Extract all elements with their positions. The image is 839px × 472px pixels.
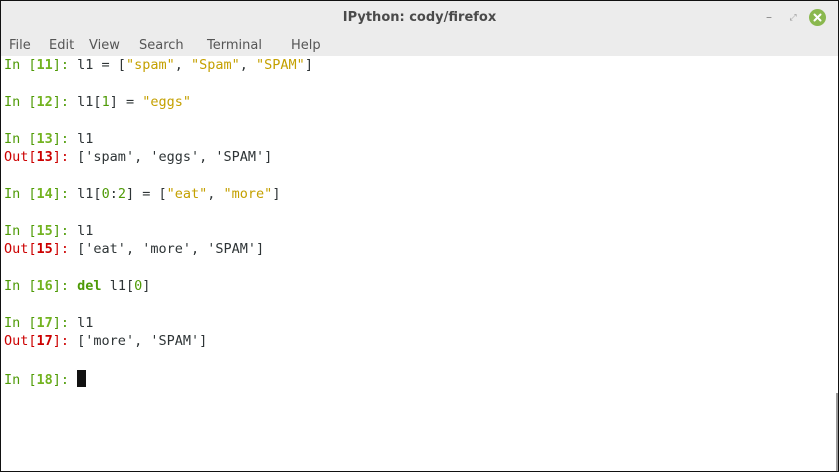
code-token: ['eat', 'more', 'SPAM'] [77,241,265,257]
code-token: "spam" [125,57,175,73]
code-token: l1[ [77,186,102,202]
prompt-number: 11 [36,57,53,73]
prompt-suffix: ]: [52,278,78,294]
code-token: ] [304,57,313,73]
prompt-suffix: ]: [52,315,78,331]
minimize-button[interactable]: – [761,10,777,26]
code-token: 1 [101,94,110,110]
prompt-suffix: ]: [52,223,78,239]
prompt-number: 16 [36,278,53,294]
prompt-prefix: Out[ [4,149,37,165]
code-token: 0 [134,278,143,294]
input-line: In [16]: del l1[0] [4,277,150,295]
menu-help[interactable]: Help [291,35,321,56]
prompt-number: 13 [36,131,53,147]
output-line: Out[17]: ['more', 'SPAM'] [4,332,207,350]
prompt-suffix: ]: [52,94,78,110]
prompt-prefix: In [ [4,186,37,202]
close-button[interactable] [809,9,826,26]
prompt-prefix: Out[ [4,333,37,349]
prompt-suffix: ]: [52,149,78,165]
code-token: "eat" [166,186,208,202]
prompt-prefix: In [ [4,131,37,147]
code-token: "more" [223,186,273,202]
prompt-suffix: ]: [52,333,78,349]
prompt-number: 14 [36,186,53,202]
code-token: ['more', 'SPAM'] [77,333,208,349]
code-token: "Spam" [191,57,240,73]
code-token: l1 [77,315,94,331]
close-icon [813,13,822,22]
input-line: In [11]: l1 = ["spam", "Spam", "SPAM"] [4,56,313,74]
prompt-suffix: ]: [52,372,78,388]
menu-bar: File Edit View Search Terminal Help [1,35,838,56]
prompt-number: 12 [36,94,53,110]
code-token: l1 = [ [77,57,126,73]
menu-view[interactable]: View [89,35,120,56]
menu-terminal[interactable]: Terminal [207,35,262,56]
code-token: ['spam', 'eggs', 'SPAM'] [77,149,273,165]
input-line: In [17]: l1 [4,314,93,332]
output-line: Out[15]: ['eat', 'more', 'SPAM'] [4,240,264,258]
prompt-suffix: ]: [52,186,78,202]
code-token: del [77,278,102,294]
title-bar[interactable]: IPython: cody/firefox – ⤢ [1,1,838,35]
prompt-suffix: ]: [52,57,78,73]
code-token: "SPAM" [256,57,305,73]
code-token: l1[ [77,94,102,110]
code-token: , [239,57,257,73]
prompt-number: 18 [36,372,53,388]
input-line: In [13]: l1 [4,130,93,148]
prompt-suffix: ]: [52,131,78,147]
window-title: IPython: cody/firefox [342,10,497,25]
input-line: In [15]: l1 [4,222,93,240]
prompt-prefix: In [ [4,315,37,331]
prompt-prefix: In [ [4,94,37,110]
menu-file[interactable]: File [9,35,31,56]
prompt-prefix: Out[ [4,241,37,257]
code-token: l1[ [101,278,135,294]
prompt-number: 17 [36,315,53,331]
input-line: In [12]: l1[1] = "eggs" [4,93,191,111]
text-cursor [77,370,87,387]
code-token: ] [272,186,281,202]
code-token: ] [142,278,151,294]
prompt-prefix: In [ [4,57,37,73]
code-token: 2 [117,186,126,202]
prompt-number: 15 [36,223,53,239]
code-token: ] = [109,94,143,110]
code-token: l1 [77,223,94,239]
prompt-number: 13 [36,149,53,165]
output-line: Out[13]: ['spam', 'eggs', 'SPAM'] [4,148,272,166]
menu-search[interactable]: Search [139,35,184,56]
code-token: "eggs" [142,94,191,110]
menu-edit[interactable]: Edit [49,35,74,56]
maximize-button[interactable]: ⤢ [785,10,801,26]
prompt-number: 17 [36,333,53,349]
code-token: , [174,57,191,73]
terminal-window: IPython: cody/firefox – ⤢ File Edit View… [0,0,839,472]
code-token: 0 [101,186,110,202]
prompt-suffix: ]: [52,241,78,257]
prompt-number: 15 [36,241,53,257]
code-token: ] = [ [125,186,167,202]
input-line: In [14]: l1[0:2] = ["eat", "more"] [4,185,280,203]
scrollbar[interactable] [836,393,838,471]
prompt-prefix: In [ [4,278,37,294]
code-token: , [207,186,224,202]
code-token: : [109,186,118,202]
code-token: l1 [77,131,94,147]
input-line: In [18]: [4,370,87,388]
terminal-output[interactable]: In [11]: l1 = ["spam", "Spam", "SPAM"] In… [1,56,838,471]
prompt-prefix: In [ [4,223,37,239]
prompt-prefix: In [ [4,372,37,388]
